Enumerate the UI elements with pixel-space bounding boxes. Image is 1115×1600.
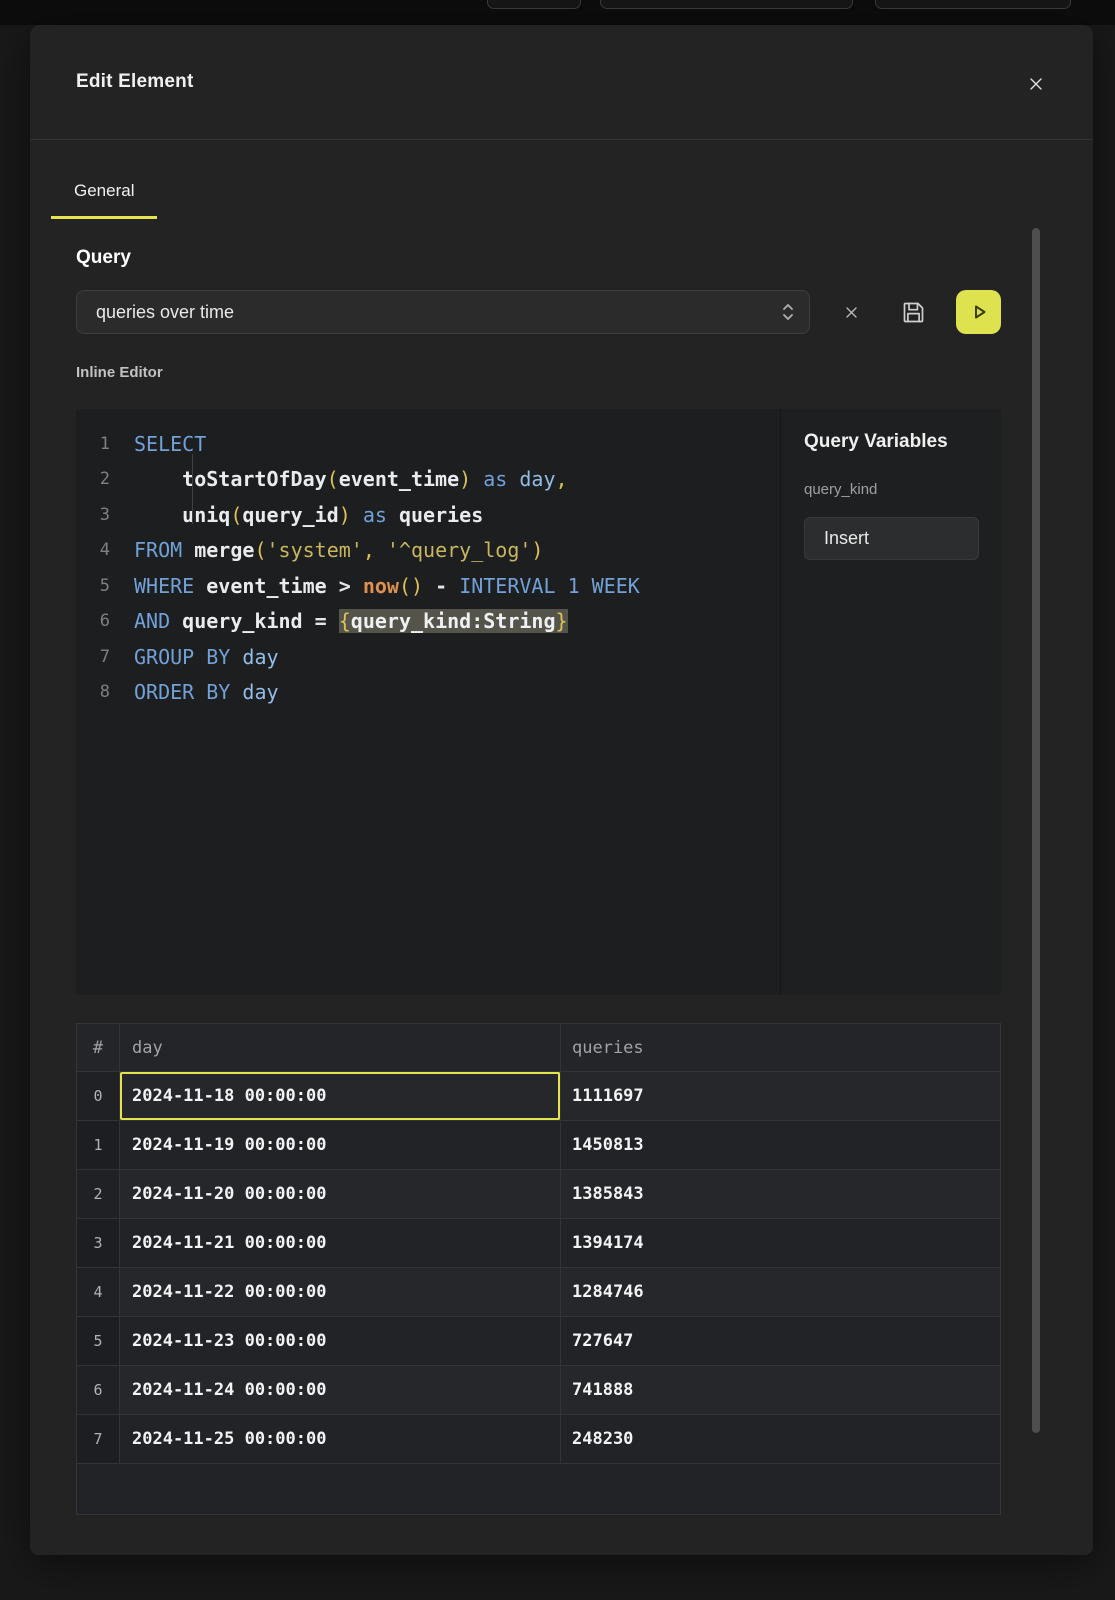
day-cell[interactable]: 2024-11-19 00:00:00	[120, 1121, 561, 1169]
day-cell[interactable]: 2024-11-21 00:00:00	[120, 1219, 561, 1267]
line-number: 1	[76, 434, 110, 454]
table-row[interactable]: 52024-11-23 00:00:00727647	[77, 1317, 1000, 1366]
topbar-button-3[interactable]	[875, 0, 1071, 9]
query-variables-heading: Query Variables	[804, 431, 978, 453]
topbar-button-2[interactable]	[600, 0, 853, 9]
line-number: 2	[76, 469, 110, 489]
queries-cell[interactable]: 248230	[561, 1415, 1000, 1463]
table-row[interactable]: 02024-11-18 00:00:001111697	[77, 1072, 1000, 1121]
table-body: 02024-11-18 00:00:00111169712024-11-19 0…	[77, 1072, 1000, 1464]
table-row[interactable]: 72024-11-25 00:00:00248230	[77, 1415, 1000, 1464]
code-line[interactable]: 8 ORDER BY day	[76, 675, 780, 711]
code-line[interactable]: 3 uniq(query_id) as queries	[76, 497, 780, 533]
column-header-index[interactable]: #	[77, 1024, 120, 1071]
variable-name-label: query_kind	[804, 481, 978, 498]
dialog-header: Edit Element	[30, 25, 1093, 140]
row-index-cell: 6	[77, 1366, 120, 1414]
clear-query-button[interactable]	[837, 298, 865, 326]
column-header-queries[interactable]: queries	[561, 1024, 1000, 1071]
close-button[interactable]	[1021, 69, 1051, 99]
row-index-cell: 0	[77, 1072, 120, 1120]
table-row[interactable]: 22024-11-20 00:00:001385843	[77, 1170, 1000, 1219]
row-index-cell: 1	[77, 1121, 120, 1169]
table-row[interactable]: 32024-11-21 00:00:001394174	[77, 1219, 1000, 1268]
row-index-cell: 3	[77, 1219, 120, 1267]
line-number: 4	[76, 540, 110, 560]
queries-cell[interactable]: 727647	[561, 1317, 1000, 1365]
column-header-day[interactable]: day	[120, 1024, 561, 1071]
results-table: # day queries 02024-11-18 00:00:00111169…	[76, 1023, 1001, 1515]
close-icon	[1028, 76, 1044, 92]
table-footer	[77, 1464, 1000, 1514]
line-number: 8	[76, 682, 110, 702]
query-select-value: queries over time	[96, 302, 781, 323]
code-line[interactable]: 7 GROUP BY day	[76, 639, 780, 675]
vertical-scrollbar[interactable]	[1032, 228, 1040, 1433]
table-row[interactable]: 62024-11-24 00:00:00741888	[77, 1366, 1000, 1415]
queries-cell[interactable]: 741888	[561, 1366, 1000, 1414]
code-text: SELECT	[134, 432, 206, 456]
line-number: 7	[76, 647, 110, 667]
query-toolbar: queries over time	[76, 290, 1001, 334]
topbar-button-1[interactable]	[487, 0, 581, 9]
queries-cell[interactable]: 1111697	[561, 1072, 1000, 1120]
inline-editor-label: Inline Editor	[76, 364, 1001, 381]
play-icon	[970, 303, 988, 321]
day-cell[interactable]: 2024-11-22 00:00:00	[120, 1268, 561, 1316]
line-number: 3	[76, 505, 110, 525]
table-row[interactable]: 12024-11-19 00:00:001450813	[77, 1121, 1000, 1170]
code-line[interactable]: 5 WHERE event_time > now() - INTERVAL 1 W…	[76, 568, 780, 604]
row-index-cell: 7	[77, 1415, 120, 1463]
sql-editor: 1 SELECT 2 toStartOfDay(event_time) as day…	[76, 409, 1001, 995]
indent-guide	[192, 454, 193, 524]
top-bar	[0, 0, 1115, 25]
clear-icon	[845, 306, 858, 319]
row-index-cell: 4	[77, 1268, 120, 1316]
code-text: AND query_kind = {query_kind:String}	[134, 609, 568, 633]
queries-cell[interactable]: 1450813	[561, 1121, 1000, 1169]
dialog-title: Edit Element	[76, 71, 193, 93]
queries-cell[interactable]: 1394174	[561, 1219, 1000, 1267]
code-line[interactable]: 2 toStartOfDay(event_time) as day,	[76, 462, 780, 498]
day-cell-selected[interactable]: 2024-11-18 00:00:00	[120, 1072, 561, 1120]
code-line[interactable]: 4 FROM merge('system', '^query_log')	[76, 533, 780, 569]
row-index-cell: 2	[77, 1170, 120, 1218]
tab-general[interactable]: General	[51, 140, 157, 219]
table-row[interactable]: 42024-11-22 00:00:001284746	[77, 1268, 1000, 1317]
queries-cell[interactable]: 1385843	[561, 1170, 1000, 1218]
run-query-button[interactable]	[956, 290, 1001, 334]
day-cell[interactable]: 2024-11-20 00:00:00	[120, 1170, 561, 1218]
code-line[interactable]: 6 AND query_kind = {query_kind:String}	[76, 604, 780, 640]
day-cell[interactable]: 2024-11-24 00:00:00	[120, 1366, 561, 1414]
dialog-content: Query queries over time Inline Editor 1 S…	[30, 247, 1093, 1515]
table-header-row: # day queries	[77, 1024, 1000, 1072]
day-cell[interactable]: 2024-11-23 00:00:00	[120, 1317, 561, 1365]
insert-variable-button[interactable]: Insert	[804, 517, 979, 560]
query-variables-panel: Query Variables query_kind Insert	[780, 409, 1001, 995]
code-text: ORDER BY day	[134, 680, 279, 704]
edit-element-dialog: Edit Element General Query queries over …	[30, 25, 1093, 1555]
line-number: 5	[76, 576, 110, 596]
query-section-heading: Query	[76, 247, 1001, 269]
code-area[interactable]: 1 SELECT 2 toStartOfDay(event_time) as day…	[76, 409, 780, 995]
select-chevrons-icon	[781, 302, 795, 322]
save-query-button[interactable]	[898, 297, 928, 327]
code-text: FROM merge('system', '^query_log')	[134, 538, 543, 562]
save-icon	[900, 299, 927, 326]
code-text: WHERE event_time > now() - INTERVAL 1 WE…	[134, 574, 640, 598]
code-text: toStartOfDay(event_time) as day,	[134, 467, 568, 491]
code-text: uniq(query_id) as queries	[134, 503, 483, 527]
day-cell[interactable]: 2024-11-25 00:00:00	[120, 1415, 561, 1463]
line-number: 6	[76, 611, 110, 631]
queries-cell[interactable]: 1284746	[561, 1268, 1000, 1316]
code-text: GROUP BY day	[134, 645, 279, 669]
code-line[interactable]: 1 SELECT	[76, 426, 780, 462]
query-select[interactable]: queries over time	[76, 290, 810, 334]
tab-bar: General	[30, 140, 1093, 222]
row-index-cell: 5	[77, 1317, 120, 1365]
